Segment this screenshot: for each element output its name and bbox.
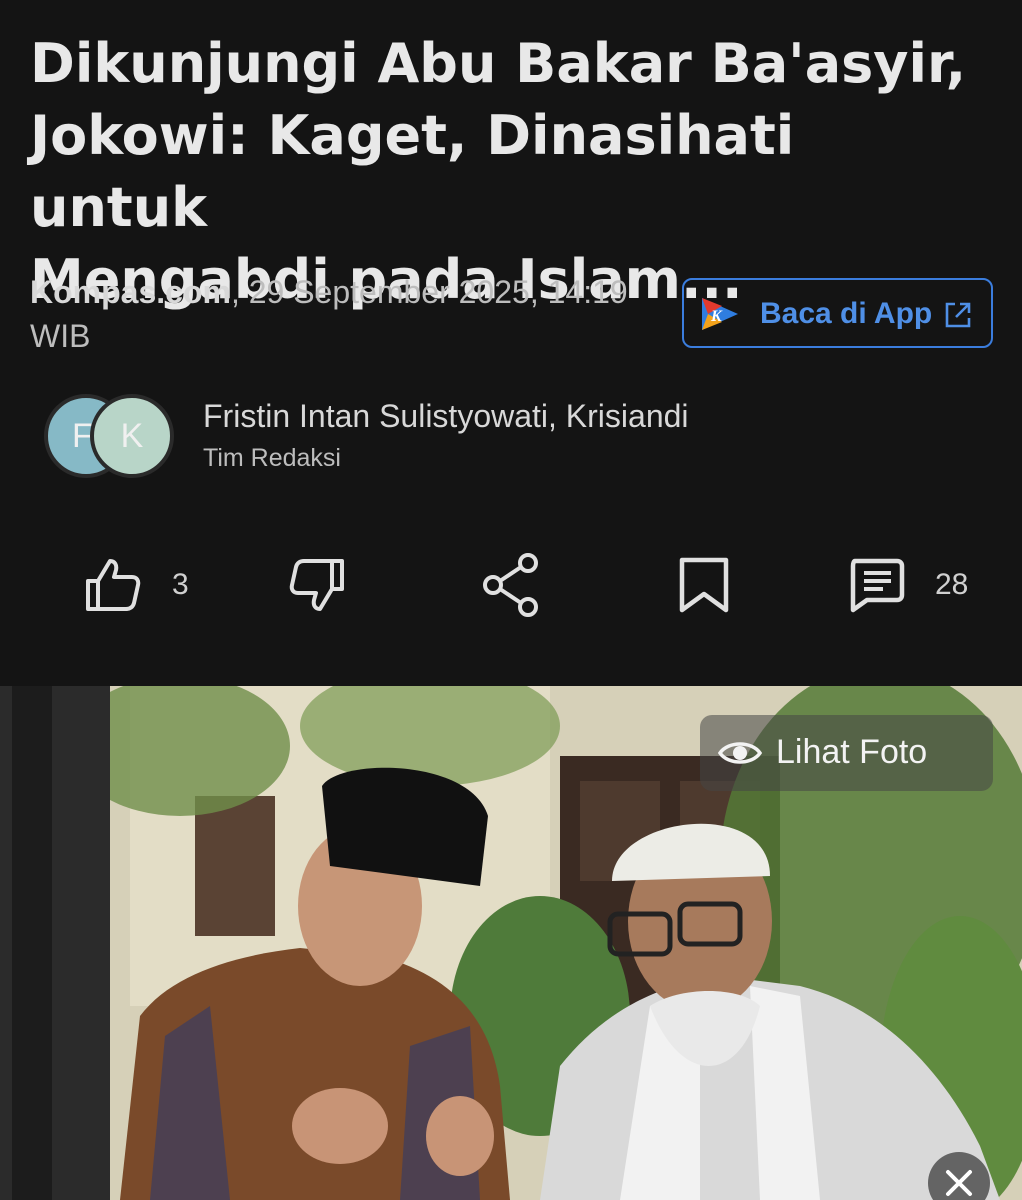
- kompas-logo-icon: K: [702, 298, 738, 330]
- bookmark-button[interactable]: [676, 550, 732, 620]
- share-button[interactable]: [482, 550, 540, 620]
- author-team: Tim Redaksi: [203, 444, 341, 472]
- article-meta: Kompas.com, 29 September 2025, 14:19 WIB: [30, 270, 670, 358]
- avatar: K: [90, 394, 174, 478]
- eye-icon: [718, 742, 762, 764]
- close-icon: [946, 1170, 972, 1196]
- dislike-button[interactable]: [288, 550, 346, 620]
- read-in-app-label: Baca di App: [760, 297, 933, 330]
- external-link-icon: [945, 302, 971, 328]
- title-line: Dikunjungi Abu Bakar Ba'asyir,: [30, 32, 967, 95]
- like-button[interactable]: 3: [84, 550, 189, 620]
- comment-icon: [850, 558, 905, 613]
- title-line: Jokowi: Kaget, Dinasihati untuk: [30, 104, 795, 239]
- author-avatars[interactable]: F K: [44, 394, 184, 480]
- timezone: WIB: [30, 318, 91, 354]
- read-in-app-button[interactable]: K Baca di App: [682, 278, 993, 348]
- view-photo-button[interactable]: Lihat Foto: [700, 715, 993, 791]
- share-icon: [483, 553, 538, 617]
- bookmark-icon: [679, 557, 729, 613]
- thumbs-down-icon: [289, 559, 344, 611]
- comment-button[interactable]: 28: [847, 550, 968, 620]
- source-link[interactable]: Kompas.com: [30, 274, 231, 310]
- like-count: 3: [172, 568, 189, 601]
- author-names[interactable]: Fristin Intan Sulistyowati, Krisiandi: [203, 398, 689, 435]
- publish-date: , 29 September 2025, 14:19: [230, 274, 628, 310]
- view-photo-label: Lihat Foto: [776, 733, 928, 771]
- comment-count: 28: [935, 568, 969, 601]
- thumbs-up-icon: [86, 559, 141, 611]
- svg-text:K: K: [710, 308, 723, 325]
